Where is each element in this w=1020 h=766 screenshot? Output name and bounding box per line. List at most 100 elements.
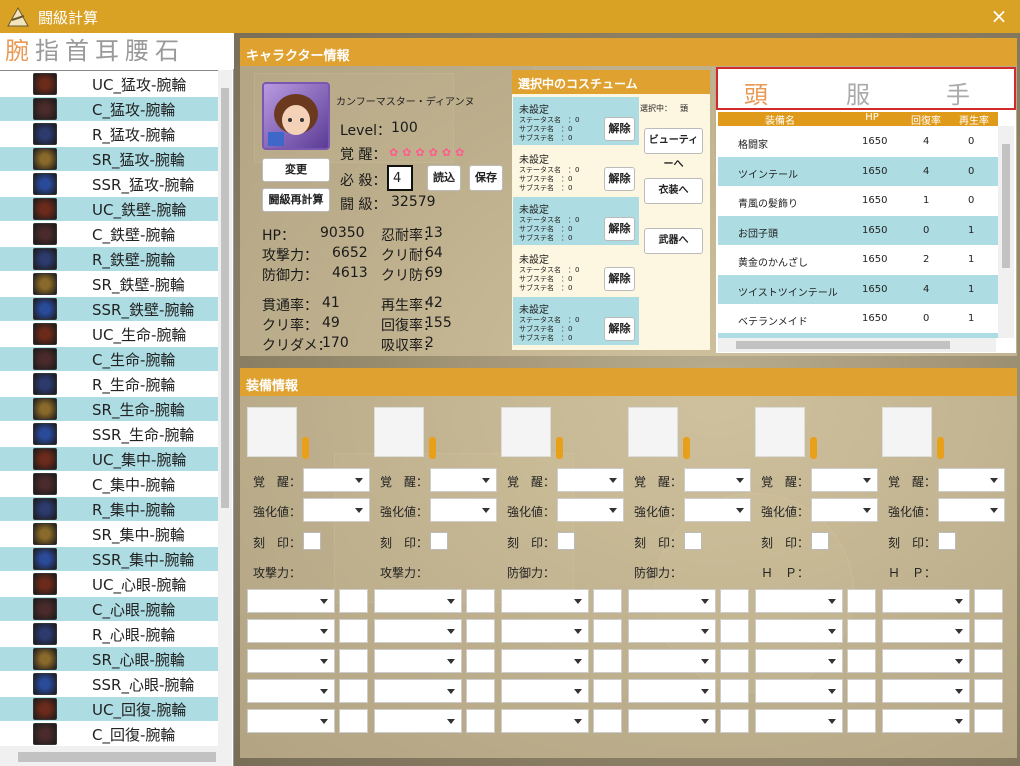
substat-value-input[interactable] (593, 709, 622, 733)
substat-dropdown[interactable] (501, 709, 589, 733)
substat-value-input[interactable] (466, 619, 495, 643)
list-item[interactable]: SR_心眼-腕輪 (0, 647, 218, 671)
tab-slot-arm[interactable]: 腕 (5, 33, 35, 69)
engrave-checkbox[interactable] (938, 532, 956, 550)
substat-value-input[interactable] (466, 679, 495, 703)
substat-value-input[interactable] (974, 619, 1003, 643)
list-item[interactable]: UC_心眼-腕輪 (0, 572, 218, 596)
substat-value-input[interactable] (847, 619, 876, 643)
substat-value-input[interactable] (974, 679, 1003, 703)
awaken-dropdown[interactable] (430, 468, 497, 492)
list-item[interactable]: SR_生命-腕輪 (0, 397, 218, 421)
table-hscroll-thumb[interactable] (736, 341, 950, 349)
list-item[interactable]: C_鉄壁-腕輪 (0, 222, 218, 246)
remove-costume-button[interactable]: 解除 (604, 117, 635, 141)
substat-value-input[interactable] (339, 709, 368, 733)
awaken-dropdown[interactable] (303, 468, 370, 492)
substat-value-input[interactable] (720, 709, 749, 733)
enhance-dropdown[interactable] (303, 498, 370, 522)
substat-dropdown[interactable] (882, 589, 970, 613)
remove-costume-button[interactable]: 解除 (604, 267, 635, 291)
tab-slot-waist[interactable]: 腰 (125, 33, 155, 69)
list-item[interactable]: R_生命-腕輪 (0, 372, 218, 396)
list-item[interactable]: SR_鉄壁-腕輪 (0, 272, 218, 296)
recalc-power-button[interactable]: 闘級再計算 (262, 188, 330, 212)
list-item[interactable]: SSR_鉄壁-腕輪 (0, 297, 218, 321)
equipment-slot-image[interactable] (247, 407, 297, 457)
substat-dropdown[interactable] (247, 709, 335, 733)
substat-value-input[interactable] (720, 619, 749, 643)
list-item[interactable]: SSR_猛攻-腕輪 (0, 172, 218, 196)
to-outfit-button[interactable]: 衣装へ (644, 178, 703, 204)
load-button[interactable]: 読込 (427, 165, 461, 191)
engrave-checkbox[interactable] (430, 532, 448, 550)
substat-value-input[interactable] (466, 589, 495, 613)
substat-dropdown[interactable] (755, 649, 843, 673)
substat-dropdown[interactable] (374, 679, 462, 703)
substat-dropdown[interactable] (628, 709, 716, 733)
equipment-slot-image[interactable] (755, 407, 805, 457)
substat-dropdown[interactable] (755, 619, 843, 643)
column-header-regen[interactable]: 再生率 (952, 112, 996, 127)
substat-value-input[interactable] (974, 649, 1003, 673)
table-row[interactable]: 青風の髪飾り 1650 1 0 (718, 186, 998, 215)
tab-slot-neck[interactable]: 首 (65, 33, 95, 69)
table-row[interactable]: ツインテール 1650 4 0 (718, 156, 998, 186)
substat-dropdown[interactable] (628, 589, 716, 613)
substat-dropdown[interactable] (501, 619, 589, 643)
substat-value-input[interactable] (974, 589, 1003, 613)
list-item[interactable]: SSR_心眼-腕輪 (0, 672, 218, 696)
enhance-dropdown[interactable] (684, 498, 751, 522)
substat-dropdown[interactable] (501, 589, 589, 613)
awaken-dropdown[interactable] (938, 468, 1005, 492)
substat-value-input[interactable] (847, 589, 876, 613)
substat-value-input[interactable] (974, 709, 1003, 733)
list-item[interactable]: SR_集中-腕輪 (0, 522, 218, 546)
table-row[interactable]: 格闘家 1650 4 0 (718, 127, 998, 156)
awaken-dropdown[interactable] (811, 468, 878, 492)
substat-value-input[interactable] (593, 679, 622, 703)
substat-value-input[interactable] (339, 679, 368, 703)
substat-dropdown[interactable] (882, 619, 970, 643)
list-hscroll-thumb[interactable] (18, 752, 216, 762)
substat-dropdown[interactable] (755, 679, 843, 703)
list-item[interactable]: C_回復-腕輪 (0, 722, 218, 746)
equipment-slot-image[interactable] (374, 407, 424, 457)
tab-slot-finger[interactable]: 指 (35, 33, 65, 69)
substat-dropdown[interactable] (882, 649, 970, 673)
substat-value-input[interactable] (593, 619, 622, 643)
close-button[interactable]: × (986, 3, 1012, 29)
list-item[interactable]: SSR_生命-腕輪 (0, 422, 218, 446)
table-scroll-thumb[interactable] (1002, 144, 1010, 268)
equipment-slot-image[interactable] (501, 407, 551, 457)
list-item[interactable]: C_猛攻-腕輪 (0, 97, 218, 121)
substat-dropdown[interactable] (247, 619, 335, 643)
substat-value-input[interactable] (720, 649, 749, 673)
list-item[interactable]: R_集中-腕輪 (0, 497, 218, 521)
substat-value-input[interactable] (720, 679, 749, 703)
change-character-button[interactable]: 変更 (262, 158, 330, 182)
tab-slot-ear[interactable]: 耳 (95, 33, 125, 69)
list-item[interactable]: SSR_集中-腕輪 (0, 547, 218, 571)
substat-dropdown[interactable] (374, 649, 462, 673)
tab-hand[interactable]: 手 (946, 75, 970, 110)
to-weapon-button[interactable]: 武器へ (644, 228, 703, 254)
special-level-input[interactable]: 4 (387, 165, 413, 191)
substat-dropdown[interactable] (247, 649, 335, 673)
enhance-dropdown[interactable] (811, 498, 878, 522)
list-scroll-thumb[interactable] (221, 88, 229, 508)
substat-value-input[interactable] (466, 649, 495, 673)
save-button[interactable]: 保存 (469, 165, 503, 191)
table-row[interactable]: ベテランメイド 1650 0 1 (718, 304, 998, 333)
table-row[interactable]: ツイストツインテール 1650 4 1 (718, 274, 998, 304)
list-item[interactable]: C_集中-腕輪 (0, 472, 218, 496)
engrave-checkbox[interactable] (811, 532, 829, 550)
list-item[interactable]: R_鉄壁-腕輪 (0, 247, 218, 271)
substat-dropdown[interactable] (374, 589, 462, 613)
list-item[interactable]: R_猛攻-腕輪 (0, 122, 218, 146)
enhance-dropdown[interactable] (938, 498, 1005, 522)
table-row[interactable]: 黄金のかんざし 1650 2 1 (718, 245, 998, 274)
column-header-hp[interactable]: HP (844, 112, 900, 123)
substat-dropdown[interactable] (882, 679, 970, 703)
tab-clothes[interactable]: 服 (846, 75, 870, 110)
